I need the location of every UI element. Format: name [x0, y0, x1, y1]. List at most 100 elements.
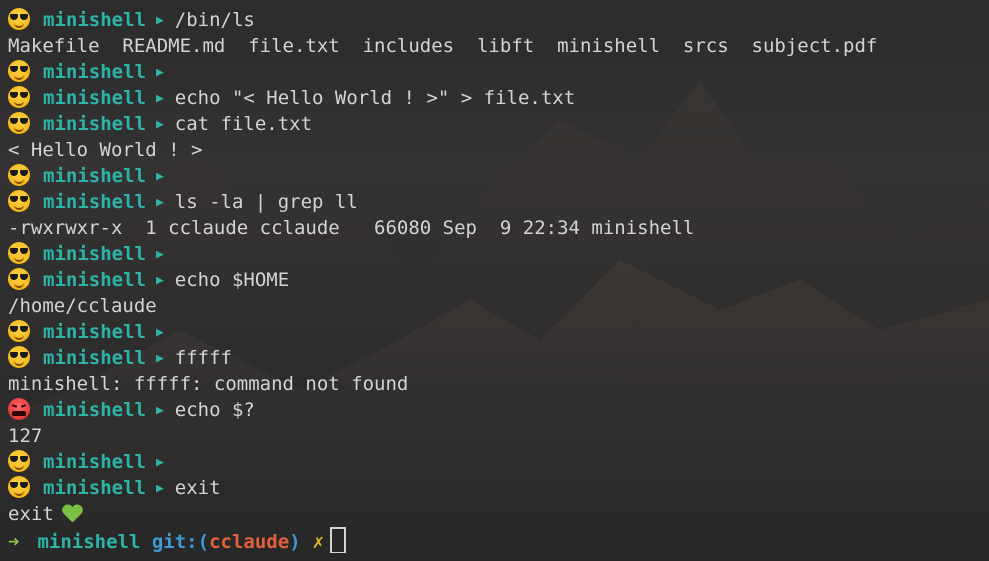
smile [14, 126, 24, 132]
prompt-name: minishell [43, 9, 146, 31]
output-text: < Hello World ! > [8, 139, 203, 161]
command-text: echo $? [174, 399, 255, 421]
angry-face-emoji [8, 398, 30, 420]
sunglasses [10, 170, 28, 176]
smile [14, 490, 24, 496]
output-line: minishell: fffff: command not found [8, 371, 981, 397]
cool-face-emoji [8, 476, 30, 498]
terminal-window[interactable]: minishell ▶ /bin/ls Makefile README.md file… [0, 0, 989, 561]
output-line: Makefile README.md file.txt includes lib… [8, 33, 981, 59]
prompt-name: minishell [43, 61, 146, 83]
git-dirty-icon: ✗ [312, 531, 325, 553]
smile [14, 334, 24, 340]
output-text: 127 [8, 425, 43, 447]
prompt-arrow-icon: ➜ [8, 531, 20, 553]
cool-face-emoji [8, 190, 30, 212]
green-heart-icon [62, 505, 82, 523]
prompt-arrow-icon: ▶ [155, 65, 164, 80]
output-text: minishell: fffff: command not found [8, 373, 409, 395]
prompt-arrow-icon: ▶ [155, 13, 164, 28]
output-text: exit [8, 503, 54, 525]
prompt-line: minishell ▶ exit [8, 475, 981, 501]
git-label: git:( [151, 531, 210, 553]
smile [14, 464, 24, 470]
output-line: -rwxrwxr-x 1 cclaude cclaude 66080 Sep 9… [8, 215, 981, 241]
sunglasses [10, 248, 28, 254]
prompt-arrow-icon: ▶ [155, 325, 164, 340]
sunglasses [10, 92, 28, 98]
command-text: echo "< Hello World ! >" > file.txt [174, 87, 576, 109]
prompt-line: minishell ▶ echo "< Hello World ! >" > fil… [8, 85, 981, 111]
smile [14, 74, 24, 80]
output-text: Makefile README.md file.txt includes lib… [8, 35, 878, 57]
output-text: /home/cclaude [8, 295, 157, 317]
prompt-line: minishell ▶ ls -la | grep ll [8, 189, 981, 215]
cool-face-emoji [8, 268, 30, 290]
prompt-name: minishell [43, 165, 146, 187]
sunglasses [10, 326, 28, 332]
prompt-name: minishell [37, 531, 141, 553]
prompt-arrow-icon: ▶ [155, 169, 164, 184]
output-text: -rwxrwxr-x 1 cclaude cclaude 66080 Sep 9… [8, 217, 695, 239]
output-line: /home/cclaude [8, 293, 981, 319]
prompt-line: minishell ▶ echo $HOME [8, 267, 981, 293]
prompt-line: minishell ▶ fffff [8, 345, 981, 371]
output-line: 127 [8, 423, 981, 449]
smile [14, 360, 24, 366]
prompt-arrow-icon: ▶ [155, 117, 164, 132]
cool-face-emoji [8, 8, 30, 30]
cool-face-emoji [8, 164, 30, 186]
prompt-name: minishell [43, 113, 146, 135]
command-text: fffff [174, 347, 232, 369]
prompt-arrow-icon: ▶ [155, 351, 164, 366]
command-text: ls -la | grep ll [174, 191, 358, 213]
prompt-arrow-icon: ▶ [155, 455, 164, 470]
prompt-name: minishell [43, 477, 146, 499]
prompt-arrow-icon: ▶ [155, 195, 164, 210]
smile [14, 22, 24, 28]
cool-face-emoji [8, 242, 30, 264]
grawlix-mouth [12, 411, 26, 416]
output-line: exit [8, 501, 981, 527]
prompt-line: minishell ▶ [8, 241, 981, 267]
git-branch: cclaude [209, 531, 290, 553]
smile [14, 204, 24, 210]
prompt-line: minishell ▶ cat file.txt [8, 111, 981, 137]
cool-face-emoji [8, 450, 30, 472]
sunglasses [10, 66, 28, 72]
prompt-line: minishell ▶ /bin/ls [8, 7, 981, 33]
sunglasses [10, 274, 28, 280]
prompt-name: minishell [43, 347, 146, 369]
output-line: < Hello World ! > [8, 137, 981, 163]
command-text: cat file.txt [174, 113, 313, 135]
sunglasses [10, 352, 28, 358]
sunglasses [10, 482, 28, 488]
smile [14, 100, 24, 106]
command-text: exit [174, 477, 221, 499]
prompt-arrow-icon: ▶ [155, 273, 164, 288]
prompt-line: minishell ▶ [8, 59, 981, 85]
cool-face-emoji [8, 60, 30, 82]
prompt-arrow-icon: ▶ [155, 91, 164, 106]
prompt-arrow-icon: ▶ [155, 481, 164, 496]
prompt-arrow-icon: ▶ [155, 403, 164, 418]
smile [14, 256, 24, 262]
prompt-name: minishell [43, 451, 146, 473]
angry-brows [12, 405, 26, 408]
current-prompt-line[interactable]: ➜ minishell git:(cclaude) ✗ [8, 527, 981, 553]
prompt-name: minishell [43, 321, 146, 343]
smile [14, 178, 24, 184]
terminal-output: minishell ▶ /bin/ls Makefile README.md file… [8, 7, 981, 553]
cool-face-emoji [8, 320, 30, 342]
text-cursor[interactable] [330, 527, 347, 553]
sunglasses [10, 14, 28, 20]
cool-face-emoji [8, 346, 30, 368]
cool-face-emoji [8, 86, 30, 108]
prompt-line: minishell ▶ [8, 163, 981, 189]
prompt-line: minishell ▶ [8, 449, 981, 475]
command-text: echo $HOME [174, 269, 290, 291]
prompt-name: minishell [43, 269, 146, 291]
sunglasses [10, 118, 28, 124]
sunglasses [10, 456, 28, 462]
smile [14, 282, 24, 288]
